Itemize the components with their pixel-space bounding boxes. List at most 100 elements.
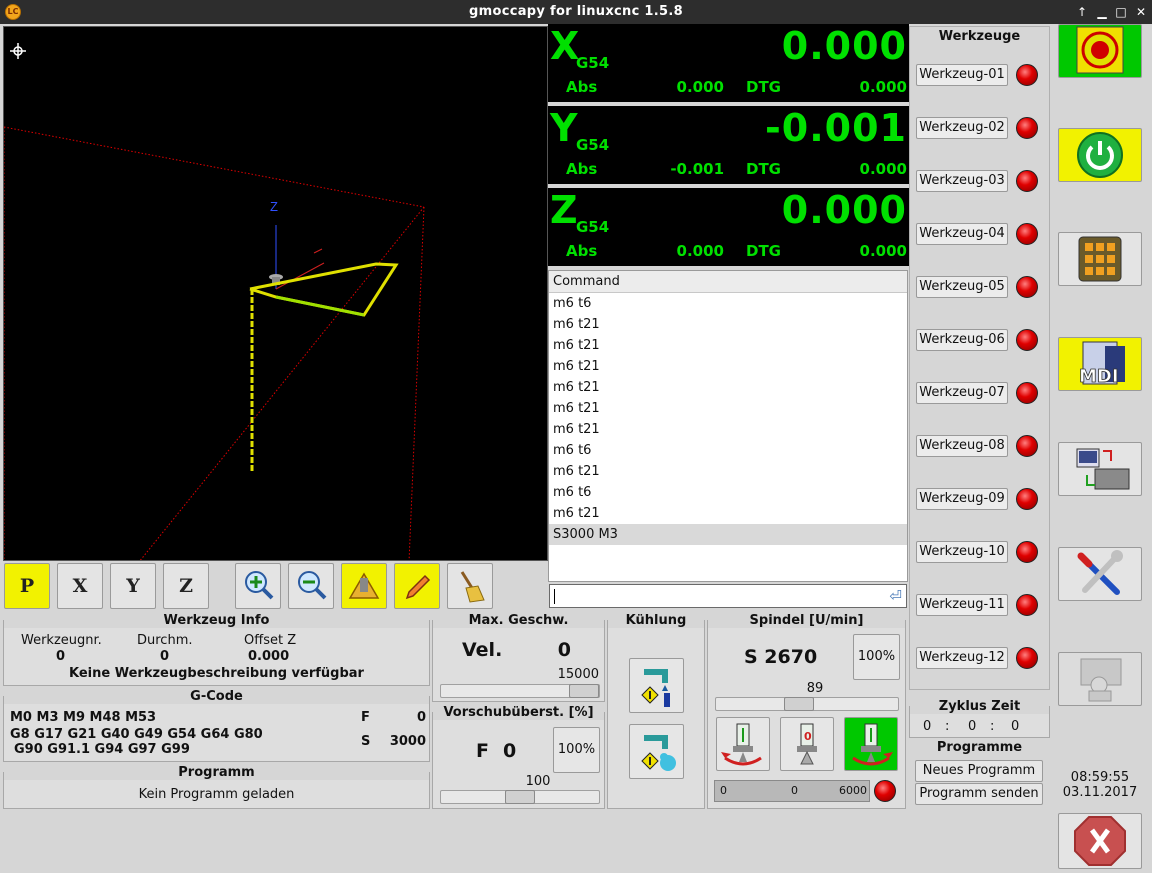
tool-button-12[interactable]: Werkzeug-12 [916, 647, 1008, 669]
broom-icon [460, 571, 485, 603]
history-item[interactable]: S3000 M3 [549, 524, 907, 545]
show-dimensions-button[interactable] [341, 563, 387, 609]
gcode-feed-value: 0 [416, 710, 426, 725]
history-item[interactable]: m6 t21 [549, 335, 907, 356]
auto-mode-button[interactable] [1058, 442, 1142, 496]
feed-override-scale-label: 100 [525, 774, 551, 789]
tool-button-8[interactable]: Werkzeug-08 [916, 435, 1008, 457]
dro-z-axis-label: Z [550, 188, 578, 232]
spindle-reverse-button[interactable] [844, 717, 898, 771]
clear-plot-button[interactable] [447, 563, 493, 609]
tool-status-led [1016, 329, 1038, 351]
spindle-override-slider-thumb[interactable] [784, 697, 814, 711]
exit-button[interactable] [1058, 813, 1142, 869]
spindle-bar-min: 0 [720, 784, 727, 797]
tool-button-6[interactable]: Werkzeug-06 [916, 329, 1008, 351]
spindle-title: Spindel [U/min] [708, 614, 905, 628]
zoom-in-button[interactable] [235, 563, 281, 609]
dro-x[interactable]: X G54 0.000 Abs 0.000 DTG 0.000 [548, 24, 909, 104]
history-item[interactable]: m6 t21 [549, 314, 907, 335]
tool-button-9[interactable]: Werkzeug-09 [916, 488, 1008, 510]
crosshair-icon [10, 43, 26, 59]
tool-button-1[interactable]: Werkzeug-01 [916, 64, 1008, 86]
spindle-ccw-icon [721, 723, 762, 766]
tool-button-2[interactable]: Werkzeug-02 [916, 117, 1008, 139]
mdi-command-input[interactable]: ⏎ [549, 584, 907, 608]
max-velocity-slider-thumb[interactable] [569, 684, 599, 698]
history-item[interactable]: m6 t21 [549, 461, 907, 482]
dro-x-system: G54 [576, 54, 610, 72]
emergency-stop-button[interactable] [1058, 24, 1142, 78]
manual-mode-button[interactable] [1058, 232, 1142, 286]
cycle-time-seconds: 0 [1011, 719, 1020, 734]
minimize-icon[interactable]: ▁ [1094, 4, 1110, 20]
view-y-button[interactable]: Y [110, 563, 156, 609]
close-icon[interactable]: ✕ [1133, 4, 1149, 20]
show-tool-path-button[interactable] [394, 563, 440, 609]
send-program-button[interactable]: Programm senden [915, 783, 1043, 805]
keep-above-icon[interactable]: ↑ [1074, 4, 1090, 20]
history-item[interactable]: m6 t21 [549, 503, 907, 524]
mdi-mode-button[interactable]: MDI [1058, 337, 1142, 391]
settings-button[interactable] [1058, 547, 1142, 601]
cycle-time-minutes: 0 [968, 719, 977, 734]
feed-override-slider[interactable] [440, 790, 600, 804]
tool-status-led [1016, 117, 1038, 139]
history-item[interactable]: m6 t21 [549, 377, 907, 398]
dro-z[interactable]: Z G54 0.000 Abs 0.000 DTG 0.000 [548, 188, 909, 268]
dro-x-abs-value: 0.000 [676, 78, 724, 96]
machine-power-button[interactable] [1058, 128, 1142, 182]
feed-override-slider-thumb[interactable] [505, 790, 535, 804]
tool-button-3[interactable]: Werkzeug-03 [916, 170, 1008, 192]
zoom-out-button[interactable] [288, 563, 334, 609]
toolpath [249, 262, 399, 472]
spindle-override-slider[interactable] [715, 697, 899, 711]
spindle-forward-button[interactable] [716, 717, 770, 771]
history-column-header[interactable]: Command [549, 271, 907, 293]
app-window: LC gmoccapy for linuxcnc 1.5.8 ↑ ▁ □ ✕ Z [0, 0, 1152, 873]
mist-coolant-button[interactable] [629, 658, 684, 713]
tool-button-10[interactable]: Werkzeug-10 [916, 541, 1008, 563]
history-item[interactable]: m6 t6 [549, 440, 907, 461]
user-tabs-icon [1080, 658, 1122, 702]
tools-frame: Werkzeuge Werkzeug-01 Werkzeug-02 Werkzeug… [909, 26, 1050, 690]
history-item[interactable]: m6 t21 [549, 398, 907, 419]
history-item[interactable]: m6 t21 [549, 356, 907, 377]
tool-offset-z-value: 0.000 [248, 649, 290, 664]
gcode-title: G-Code [4, 690, 429, 704]
user-tabs-button[interactable] [1058, 652, 1142, 706]
new-program-button[interactable]: Neues Programm [915, 760, 1043, 782]
spindle-bar-max: 6000 [839, 784, 867, 797]
tool-number-label: Werkzeugnr. [21, 633, 102, 648]
dro-y[interactable]: Y G54 -0.001 Abs -0.001 DTG 0.000 [548, 106, 909, 186]
view-x-button[interactable]: X [57, 563, 103, 609]
tool-button-11[interactable]: Werkzeug-11 [916, 594, 1008, 616]
tool-status-led [1016, 170, 1038, 192]
history-item[interactable]: m6 t21 [549, 419, 907, 440]
mdi-label: MDI [1079, 366, 1119, 387]
history-item[interactable]: m6 t6 [549, 293, 907, 314]
gcode-preview[interactable]: Z [3, 26, 548, 561]
velocity-label: Vel. [462, 639, 503, 661]
maximize-icon[interactable]: □ [1113, 4, 1129, 20]
view-perspective-button[interactable]: P [4, 563, 50, 609]
exit-close-icon [1074, 816, 1126, 866]
tool-button-5[interactable]: Werkzeug-05 [916, 276, 1008, 298]
mdi-history-list[interactable]: Command m6 t6 m6 t21 m6 t21 m6 t21 m6 t21 m6 … [548, 270, 908, 582]
programs-title: Programme [936, 740, 1023, 755]
tool-button-4[interactable]: Werkzeug-04 [916, 223, 1008, 245]
enter-icon[interactable]: ⏎ [889, 587, 902, 605]
jog-arrows-icon [1078, 236, 1122, 282]
tool-button-7[interactable]: Werkzeug-07 [916, 382, 1008, 404]
spindle-override-reset-button[interactable]: 100% [853, 634, 900, 680]
dro-z-dtg-label: DTG [746, 242, 781, 260]
max-velocity-slider[interactable] [440, 684, 600, 698]
flood-coolant-button[interactable] [629, 724, 684, 779]
feed-override-reset-button[interactable]: 100% [553, 727, 600, 773]
view-z-button[interactable]: Z [163, 563, 209, 609]
gcode-speed-value: 3000 [389, 734, 426, 749]
spindle-stop-button[interactable]: 0 [780, 717, 834, 771]
max-velocity-title: Max. Geschw. [433, 614, 604, 628]
history-item[interactable]: m6 t6 [549, 482, 907, 503]
dro-z-abs-label: Abs [566, 242, 598, 260]
